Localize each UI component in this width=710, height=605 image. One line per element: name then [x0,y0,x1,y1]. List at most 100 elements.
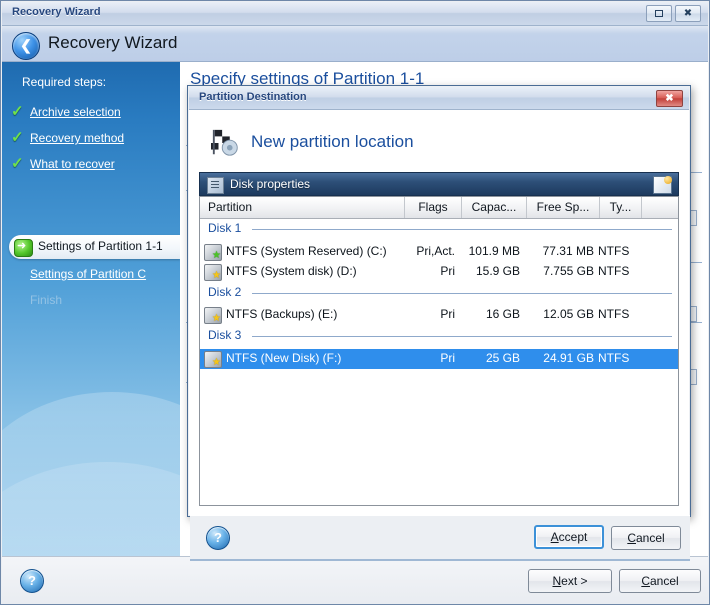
partition-capacity: 15.9 GB [458,264,520,278]
disk-group-header: Disk 1 [200,221,678,238]
accept-button-accel: A [551,530,559,544]
wizard-sidebar: Required steps: ✓ Archive selection ✓ Re… [2,62,180,556]
back-arrow-glyph: ❮ [19,39,33,53]
partition-name: NTFS (System disk) (D:) [226,264,357,278]
partition-name: NTFS (New Disk) (F:) [226,351,341,365]
accept-button[interactable]: Accept [534,525,604,549]
sidebar-item-label: What to recover [30,157,115,171]
cancel-button-label: ancel [650,574,679,588]
disk-group-header: Disk 3 [200,328,678,345]
sidebar-item-settings-partition-1-1[interactable]: Settings of Partition 1-1 [9,235,180,259]
sidebar-item-archive-selection[interactable]: ✓ Archive selection [2,102,180,124]
required-steps-heading: Required steps: [22,75,106,89]
next-button[interactable]: Next > [528,569,612,593]
disk-group-header: Disk 2 [200,285,678,302]
table-row[interactable]: ★ NTFS (System Reserved) (C:) Pri,Act. 1… [200,242,678,262]
window-title: Recovery Wizard [12,6,101,18]
sidebar-item-recovery-method[interactable]: ✓ Recovery method [2,128,180,150]
help-icon[interactable] [20,569,44,593]
column-header-type[interactable]: Ty... [600,197,642,218]
column-header-free-space[interactable]: Free Sp... [527,197,600,218]
column-header-spacer [642,197,678,218]
window-titlebar: Recovery Wizard ✖ [2,2,708,26]
table-row[interactable]: ★ NTFS (New Disk) (F:) Pri 25 GB 24.91 G… [200,349,678,369]
partition-flags: Pri [405,264,455,278]
partition-capacity: 101.9 MB [458,244,520,258]
dialog-cancel-accel: C [627,531,636,545]
partition-destination-dialog: Partition Destination ✖ New partition lo… [187,85,691,517]
close-window-icon[interactable]: ✖ [675,5,701,22]
partition-table[interactable]: Partition Flags Capac... Free Sp... Ty..… [199,196,679,506]
partition-free-space: 7.755 GB [522,264,594,278]
sidebar-item-what-to-recover[interactable]: ✓ What to recover [2,154,180,176]
cancel-button-accel: C [641,574,650,588]
drive-badge-icon: ★ [212,251,221,260]
sidebar-item-label: Settings of Partition 1-1 [38,239,163,253]
disk-properties-icon [207,177,224,194]
green-arrow-icon [14,239,33,257]
column-header-flags[interactable]: Flags [405,197,462,218]
partition-flags: Pri,Act. [405,244,455,258]
dialog-footer: Accept Cancel [190,515,690,561]
next-button-label: ext > [561,574,587,588]
drive-badge-icon: ★ [212,271,221,280]
cancel-button[interactable]: Cancel [619,569,701,593]
partition-capacity: 16 GB [458,307,520,321]
dialog-titlebar: Partition Destination ✖ [189,87,689,110]
check-icon: ✓ [11,104,26,120]
checkered-flag-icon [207,128,245,158]
dialog-title: Partition Destination [199,91,307,103]
table-row[interactable]: ★ NTFS (Backups) (E:) Pri 16 GB 12.05 GB… [200,305,678,325]
column-header-capacity[interactable]: Capac... [462,197,527,218]
dialog-footer-rule [190,559,690,561]
help-icon[interactable] [206,526,230,550]
dialog-cancel-button[interactable]: Cancel [611,526,681,550]
sidebar-item-settings-partition-c[interactable]: Settings of Partition C [30,267,146,281]
partition-type: NTFS [598,307,638,321]
partition-flags: Pri [405,307,455,321]
dialog-cancel-label: ancel [636,531,665,545]
close-dialog-icon[interactable]: ✖ [656,90,683,107]
partition-name: NTFS (Backups) (E:) [226,307,337,321]
disk-group-label: Disk 2 [208,285,241,299]
table-row[interactable]: ★ NTFS (System disk) (D:) Pri 15.9 GB 7.… [200,262,678,282]
app-header: ❮ Recovery Wizard [2,26,708,62]
drive-badge-icon: ★ [212,314,221,323]
disk-group-rule [252,293,672,294]
partition-free-space: 12.05 GB [522,307,594,321]
disk-properties-label: Disk properties [230,177,310,191]
dialog-body: New partition location Disk properties P… [189,110,689,515]
partition-flags: Pri [405,351,455,365]
back-arrow-icon[interactable]: ❮ [12,32,40,60]
restore-window-icon[interactable] [646,5,672,22]
drive-icon: ★ [204,244,222,261]
next-button-accel: N [552,574,561,588]
drive-icon: ★ [204,307,222,324]
partition-type: NTFS [598,244,638,258]
drive-icon: ★ [204,351,222,368]
restore-glyph [647,6,671,21]
page-title: Recovery Wizard [48,33,177,53]
check-icon: ✓ [11,130,26,146]
partition-type: NTFS [598,351,638,365]
column-header-partition[interactable]: Partition [200,197,405,218]
wizard-footer: Next > Cancel [2,556,708,604]
sidebar-item-label: Archive selection [30,105,121,119]
sidebar-item-finish: Finish [30,293,62,307]
properties-page-icon[interactable] [653,176,672,194]
partition-name: NTFS (System Reserved) (C:) [226,244,387,258]
disk-group-rule [252,336,672,337]
partition-type: NTFS [598,264,638,278]
disk-group-label: Disk 1 [208,221,241,235]
disk-group-rule [252,229,672,230]
dialog-heading: New partition location [251,132,414,152]
sidebar-item-label: Recovery method [30,131,124,145]
check-icon: ✓ [11,156,26,172]
accept-button-label: ccept [559,530,588,544]
close-glyph: ✖ [676,6,700,21]
drive-badge-icon: ★ [212,358,221,367]
disk-group-label: Disk 3 [208,328,241,342]
drive-icon: ★ [204,264,222,281]
partition-free-space: 24.91 GB [522,351,594,365]
partition-free-space: 77.31 MB [522,244,594,258]
